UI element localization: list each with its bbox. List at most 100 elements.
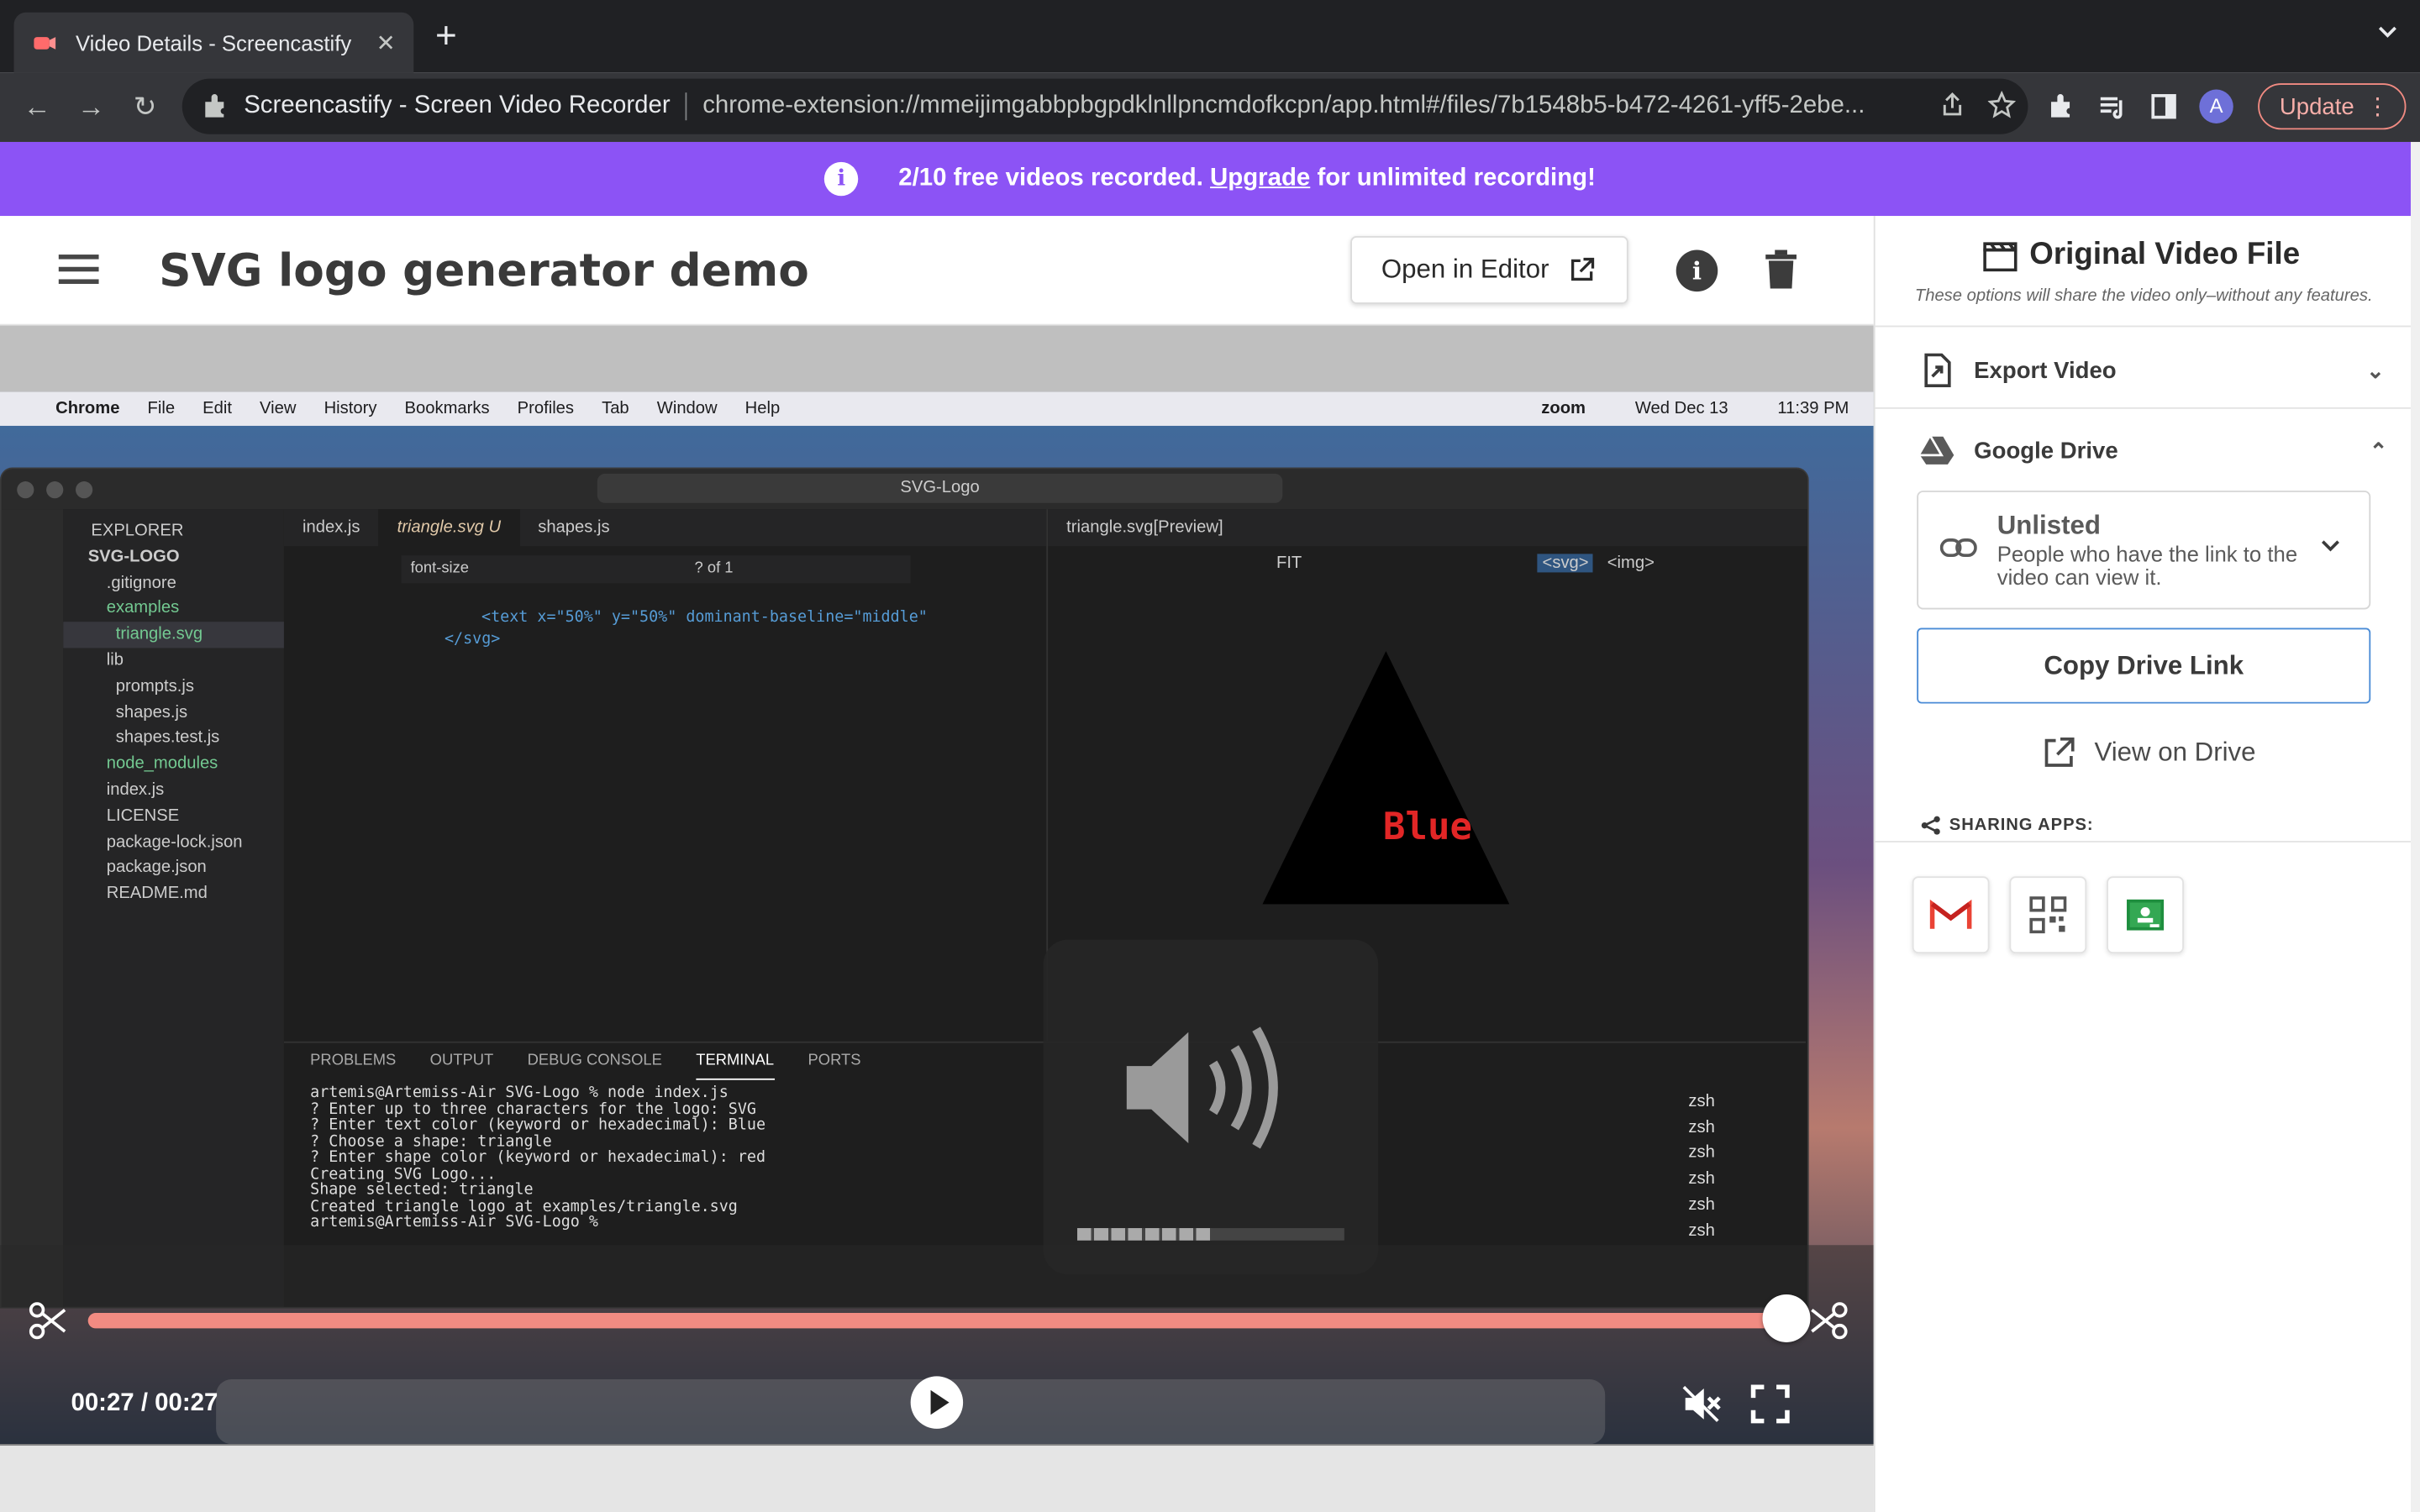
explorer-item: index.js <box>106 780 165 800</box>
explorer-item: node_modules <box>106 754 218 774</box>
chevron-down-icon[interactable] <box>2377 22 2399 44</box>
find-widget: font-size ? of 1 <box>401 555 911 584</box>
qr-code-icon <box>2029 896 2067 934</box>
editor-tab: triangle.svg U <box>378 509 520 547</box>
trash-icon[interactable] <box>1764 249 1797 291</box>
side-panel-icon[interactable] <box>2149 91 2180 122</box>
preview-tool: <img> <box>1607 554 1655 573</box>
profile-avatar[interactable]: A <box>2199 89 2233 123</box>
play-button[interactable] <box>910 1376 964 1429</box>
bookmark-star-icon[interactable] <box>1987 91 2016 118</box>
video-info-icon[interactable]: i <box>1676 249 1718 292</box>
page-scrollbar[interactable] <box>2410 141 2420 1512</box>
new-tab-icon[interactable]: + <box>435 18 457 55</box>
terminal-tab: OUTPUT <box>429 1052 494 1069</box>
editor-tab: index.js <box>302 518 360 538</box>
mac-status-item: 11:39 PM <box>1777 399 1849 418</box>
vscode-window: SVG-Logo EXPLORER SVG-LOGO .gitignore ex… <box>0 467 1809 1309</box>
forward-icon[interactable]: → <box>71 88 111 125</box>
fullscreen-icon[interactable] <box>1750 1384 1791 1425</box>
timeline-scrubber[interactable] <box>87 1313 1786 1329</box>
sharing-apps-label: SHARING APPS: <box>1949 816 2094 835</box>
more-menu-icon[interactable]: ⋮ <box>2366 85 2390 131</box>
export-video-row[interactable]: Export Video ⌄ <box>1922 352 2385 389</box>
original-video-label: Original Video File <box>2029 237 2301 272</box>
site-name: Screencastify - Screen Video Recorder <box>244 92 671 119</box>
google-drive-row[interactable]: Google Drive ⌃ <box>1918 432 2387 469</box>
video-player[interactable]: Chrome File Edit View History Bookmarks … <box>0 325 1874 1512</box>
trim-end-icon[interactable] <box>1809 1300 1849 1341</box>
mac-menu-item: Profiles <box>517 399 575 418</box>
shell-item: zsh <box>1688 1143 1715 1163</box>
mac-menubar: Chrome File Edit View History Bookmarks … <box>0 391 1874 426</box>
open-in-editor-button[interactable]: Open in Editor <box>1350 236 1628 304</box>
address-bar[interactable]: Screencastify - Screen Video Recorder ch… <box>182 78 2028 134</box>
explorer-title: EXPLORER <box>91 521 184 540</box>
browser-toolbar: ← → ↻ Screencastify - Screen Video Recor… <box>0 72 2420 142</box>
share-nodes-icon <box>1921 816 1940 835</box>
volume-level-bar <box>1077 1228 1344 1241</box>
copy-drive-link-button[interactable]: Copy Drive Link <box>1917 627 2371 704</box>
explorer-item: triangle.svg <box>63 622 284 648</box>
muted-speaker-icon[interactable] <box>1682 1385 1723 1422</box>
gmail-share-button[interactable] <box>1912 876 1990 954</box>
omnibox-divider <box>686 92 687 121</box>
vscode-explorer: EXPLORER SVG-LOGO .gitignore examples tr… <box>63 509 284 1307</box>
mac-menu-item: Help <box>744 399 781 418</box>
vscode-activity-bar <box>1 509 64 1307</box>
browser-tabstrip: Video Details - Screencastify ✕ + <box>0 0 2420 73</box>
code-line: </svg> <box>444 631 501 648</box>
close-tab-icon[interactable]: ✕ <box>367 29 404 56</box>
view-on-drive-link[interactable]: View on Drive <box>2042 736 2256 769</box>
gmail-icon <box>1929 899 1972 929</box>
vscode-editor: index.js triangle.svg U shapes.js font-s… <box>283 509 1047 1042</box>
preview-toolbar: FIT <svg> <img> <box>1048 546 1807 580</box>
mac-menu-item: View <box>260 399 297 418</box>
explorer-item: package.json <box>106 858 207 877</box>
divider <box>1875 325 2412 328</box>
chevron-up-icon[interactable]: ⌃ <box>2370 438 2388 465</box>
visibility-description: People who have the link to the video ca… <box>1996 541 2298 590</box>
explorer-item: lib <box>106 651 124 670</box>
terminal-tab: PROBLEMS <box>310 1052 397 1069</box>
back-icon[interactable]: ← <box>17 88 57 125</box>
upgrade-banner: i 2/10 free videos recorded. Upgrade for… <box>0 141 2420 217</box>
google-drive-icon <box>1919 436 1954 465</box>
mac-status-item: zoom <box>1541 399 1586 418</box>
browser-tab[interactable]: Video Details - Screencastify ✕ <box>13 12 414 73</box>
explorer-item: LICENSE <box>106 806 180 826</box>
share-icon[interactable] <box>1939 91 1966 118</box>
menu-icon[interactable] <box>58 255 99 286</box>
triangle-preview: Blue <box>1262 651 1510 905</box>
open-in-editor-label: Open in Editor <box>1381 255 1549 284</box>
update-button[interactable]: Update ⋮ <box>2258 83 2407 131</box>
original-video-title: Original Video File <box>1983 238 2300 273</box>
reload-icon[interactable]: ↻ <box>125 88 166 125</box>
vscode-search: SVG-Logo <box>597 473 1283 503</box>
mac-menu-item: Window <box>656 399 718 418</box>
clapperboard-icon <box>1983 241 2018 271</box>
export-file-icon <box>1924 353 1951 388</box>
preview-tab: triangle.svg[Preview] <box>1048 509 1807 547</box>
original-video-subtitle: These options will share the video only–… <box>1914 286 2373 306</box>
mac-status-item: Wed Dec 13 <box>1634 399 1728 418</box>
page-title[interactable]: SVG logo generator demo <box>159 244 809 296</box>
qr-code-share-button[interactable] <box>2009 876 2087 954</box>
upgrade-link[interactable]: Upgrade <box>1210 165 1310 193</box>
extension-icon <box>205 94 224 118</box>
preview-text: Blue <box>1383 806 1472 848</box>
trim-start-icon[interactable] <box>28 1300 68 1341</box>
media-queue-icon[interactable] <box>2097 91 2128 122</box>
url-text: chrome-extension://mmeijimgabbpbgpdklnll… <box>702 92 1865 119</box>
scrubber-handle[interactable] <box>1762 1294 1811 1342</box>
explorer-item: .gitignore <box>106 573 176 592</box>
terminal-tab: DEBUG CONSOLE <box>527 1052 662 1069</box>
speaker-icon <box>1126 1026 1278 1149</box>
google-classroom-share-button[interactable] <box>2107 876 2184 954</box>
preview-tool: <svg> <box>1538 554 1594 573</box>
extensions-puzzle-icon[interactable] <box>2047 91 2078 122</box>
chevron-down-icon[interactable]: ⌄ <box>2366 358 2385 384</box>
shell-list: zsh zsh zsh zsh zsh zsh <box>1688 1089 1714 1244</box>
visibility-dropdown[interactable]: Unlisted People who have the link to the… <box>1917 491 2371 610</box>
google-drive-label: Google Drive <box>1974 437 2118 464</box>
